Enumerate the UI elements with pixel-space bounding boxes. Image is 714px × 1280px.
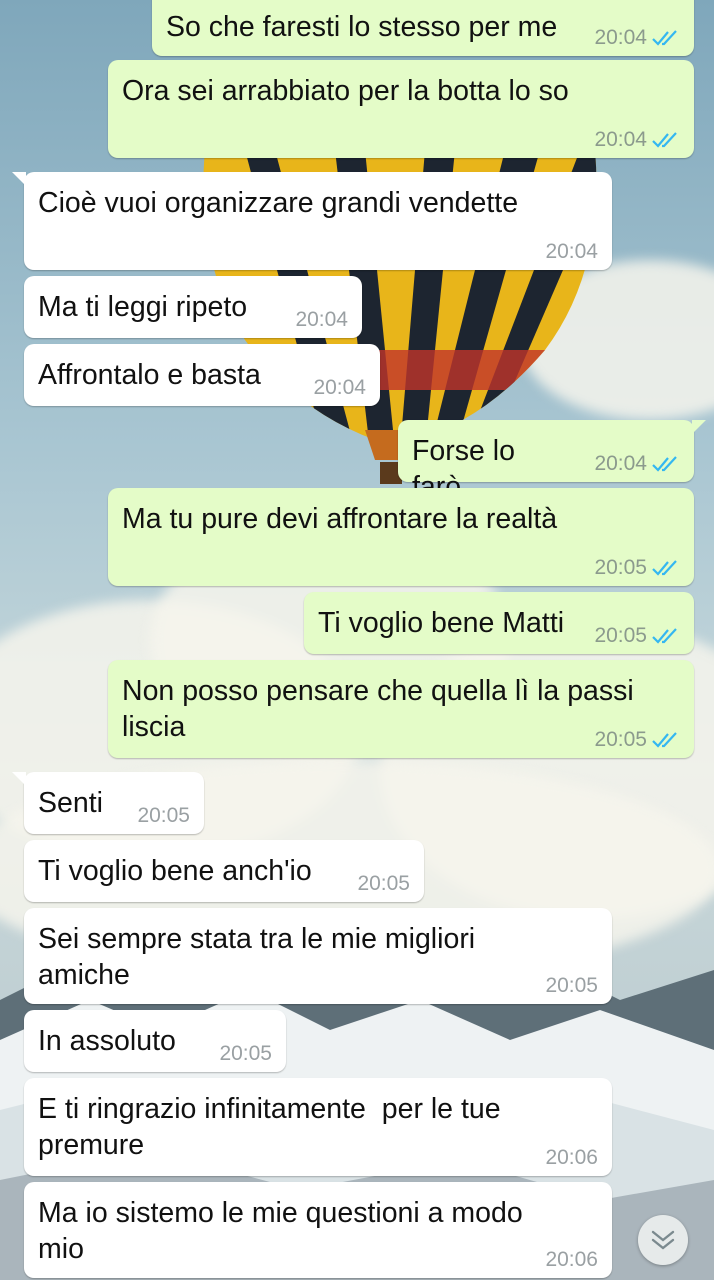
message-meta: 20:05 bbox=[594, 556, 680, 580]
message-bubble-outgoing[interactable]: Ora sei arrabbiato per la botta lo so 20… bbox=[108, 60, 694, 158]
message-bubble-incoming[interactable]: Ti voglio bene anch'io 20:05 bbox=[24, 840, 424, 902]
message-meta: 20:04 bbox=[594, 26, 680, 50]
message-meta: 20:05 bbox=[594, 624, 680, 648]
message-meta: 20:06 bbox=[545, 1146, 598, 1170]
message-bubble-outgoing[interactable]: Ma tu pure devi affrontare la realtà 20:… bbox=[108, 488, 694, 586]
message-time: 20:05 bbox=[219, 1042, 272, 1065]
scroll-to-bottom-button[interactable] bbox=[638, 1215, 688, 1265]
message-meta: 20:05 bbox=[357, 872, 410, 896]
double-chevron-down-icon bbox=[651, 1230, 675, 1250]
message-time: 20:05 bbox=[594, 728, 647, 751]
message-text: Ora sei arrabbiato per la botta lo so bbox=[122, 75, 569, 107]
message-meta: 20:04 bbox=[313, 376, 366, 400]
message-time: 20:04 bbox=[594, 26, 647, 49]
message-bubble-outgoing[interactable]: Ti voglio bene Matti 20:05 bbox=[304, 592, 694, 654]
chat-thread: So che faresti lo stesso per me 20:04 Or… bbox=[0, 0, 714, 1280]
message-time: 20:05 bbox=[357, 872, 410, 895]
message-time: 20:06 bbox=[545, 1248, 598, 1271]
message-bubble-incoming[interactable]: Sei sempre stata tra le mie migliori ami… bbox=[24, 908, 612, 1004]
message-bubble-incoming[interactable]: Cioè vuoi organizzare grandi vendette 20… bbox=[12, 172, 612, 270]
message-meta: 20:04 bbox=[545, 240, 598, 264]
message-time: 20:04 bbox=[313, 376, 366, 399]
double-check-icon bbox=[652, 628, 677, 644]
message-text: Sei sempre stata tra le mie migliori ami… bbox=[38, 923, 484, 991]
message-time: 20:04 bbox=[594, 452, 647, 475]
message-bubble-outgoing[interactable]: Non posso pensare che quella lì la passi… bbox=[108, 660, 694, 758]
double-check-icon bbox=[652, 560, 677, 576]
double-check-icon bbox=[652, 732, 677, 748]
message-time: 20:05 bbox=[545, 974, 598, 997]
message-bubble-incoming[interactable]: Ma io sistemo le mie questioni a modo mi… bbox=[24, 1182, 612, 1278]
message-text: Ti voglio bene anch'io bbox=[38, 855, 312, 887]
message-bubble-incoming[interactable]: Senti 20:05 bbox=[12, 772, 204, 834]
message-meta: 20:04 bbox=[295, 308, 348, 332]
message-text: E ti ringrazio infinitamente per le tue … bbox=[38, 1093, 509, 1161]
message-meta: 20:05 bbox=[545, 974, 598, 998]
double-check-icon bbox=[652, 30, 677, 46]
message-text: Ma io sistemo le mie questioni a modo mi… bbox=[38, 1197, 531, 1265]
double-check-icon bbox=[652, 132, 677, 148]
message-time: 20:04 bbox=[594, 128, 647, 151]
message-time: 20:05 bbox=[594, 556, 647, 579]
message-bubble-incoming[interactable]: E ti ringrazio infinitamente per le tue … bbox=[24, 1078, 612, 1176]
message-bubble-outgoing[interactable]: Forse lo farò 20:04 bbox=[398, 420, 706, 503]
message-time: 20:06 bbox=[545, 1146, 598, 1169]
message-bubble-outgoing[interactable]: So che faresti lo stesso per me 20:04 bbox=[152, 0, 694, 56]
message-text: Cioè vuoi organizzare grandi vendette bbox=[38, 187, 519, 219]
message-bubble-incoming[interactable]: In assoluto 20:05 bbox=[24, 1010, 286, 1072]
message-meta: 20:06 bbox=[545, 1248, 598, 1272]
message-meta: 20:05 bbox=[594, 728, 680, 752]
double-check-icon bbox=[652, 456, 677, 472]
message-time: 20:05 bbox=[594, 624, 647, 647]
message-bubble-incoming[interactable]: Affrontalo e basta 20:04 bbox=[24, 344, 380, 406]
message-meta: 20:04 bbox=[594, 452, 680, 476]
message-time: 20:05 bbox=[137, 804, 190, 827]
message-meta: 20:05 bbox=[137, 804, 190, 828]
message-meta: 20:05 bbox=[219, 1042, 272, 1066]
message-time: 20:04 bbox=[545, 240, 598, 263]
message-bubble-incoming[interactable]: Ma ti leggi ripeto 20:04 bbox=[24, 276, 362, 338]
message-time: 20:04 bbox=[295, 308, 348, 331]
message-meta: 20:04 bbox=[594, 128, 680, 152]
message-text: Ma tu pure devi affrontare la realtà bbox=[122, 503, 558, 535]
